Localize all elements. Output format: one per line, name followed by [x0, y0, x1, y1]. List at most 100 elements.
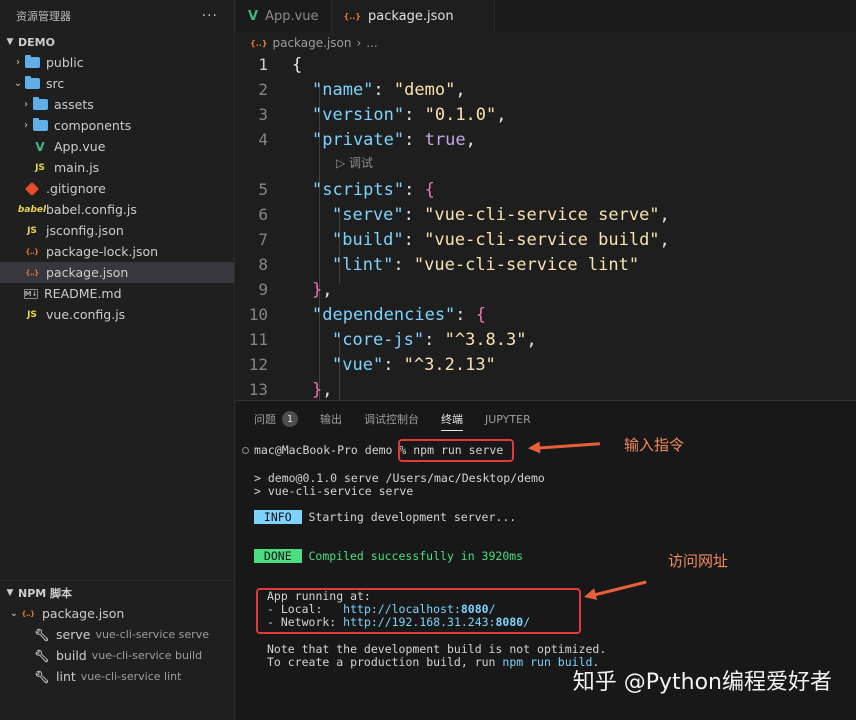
code-line: 6 "serve": "vue-cli-service serve",	[236, 202, 856, 227]
tab-jupyter[interactable]: JUPYTER	[485, 413, 531, 426]
annotation-visit-url: 访问网址	[668, 552, 729, 570]
code-text: "vue": "^3.2.13"	[332, 354, 496, 375]
tree-item-label: jsconfig.json	[46, 223, 124, 238]
tree-item-public[interactable]: › public	[0, 52, 234, 73]
tree-item-label: package.json	[46, 265, 129, 280]
folder-icon	[32, 97, 48, 112]
terminal-output: Note that the development build is not o…	[267, 642, 607, 656]
info-text: Starting development server...	[301, 510, 517, 524]
script-command: vue-cli-service lint	[80, 670, 182, 683]
tree-item-label: public	[46, 55, 84, 70]
more-actions-icon[interactable]: ···	[202, 8, 218, 24]
npm-script-serve[interactable]: 🔧︎ serve vue-cli-service serve	[0, 624, 234, 645]
tab-problems[interactable]: 问题 1	[254, 411, 298, 427]
code-text: "dependencies": {	[312, 304, 487, 325]
code-text: "serve": "vue-cli-service serve",	[332, 204, 670, 225]
vue-file-icon: V	[248, 8, 259, 24]
tree-item-babel-config[interactable]: babel babel.config.js	[0, 199, 234, 220]
folder-icon	[24, 76, 40, 91]
tree-item-jsconfig[interactable]: JS jsconfig.json	[0, 220, 234, 241]
breadcrumb-file[interactable]: package.json	[272, 36, 351, 50]
terminal-done-line: DONE Compiled successfully in 3920ms	[254, 549, 523, 563]
tree-item-assets[interactable]: › assets	[0, 94, 234, 115]
line-number: 8	[258, 255, 268, 274]
script-name: lint	[56, 669, 76, 684]
breadcrumb: {..} package.json › ...	[236, 32, 378, 54]
tab-terminal[interactable]: 终端	[441, 407, 463, 431]
breadcrumb-separator: ›	[356, 36, 362, 50]
code-line: 8 "lint": "vue-cli-service lint"	[236, 252, 856, 277]
npm-script-lint[interactable]: 🔧︎ lint vue-cli-service lint	[0, 666, 234, 687]
project-title: DEMO	[18, 35, 55, 49]
code-text: "name": "demo",	[312, 79, 466, 100]
tree-item-package-json[interactable]: {..} package.json	[0, 262, 234, 283]
git-file-icon	[24, 181, 40, 196]
code-line: 4 "private": true,	[236, 127, 856, 152]
tree-item-label: package-lock.json	[46, 244, 159, 259]
script-command: vue-cli-service build	[91, 649, 203, 662]
tree-item-readme[interactable]: M↓ README.md	[0, 283, 234, 304]
tree-item-label: babel.config.js	[46, 202, 137, 217]
done-tag: DONE	[254, 549, 302, 563]
breadcrumb-more[interactable]: ...	[366, 36, 377, 50]
tree-item-main-js[interactable]: JS main.js	[0, 157, 234, 178]
tree-item-gitignore[interactable]: .gitignore	[0, 178, 234, 199]
code-text: },	[312, 279, 333, 300]
info-tag: INFO	[254, 510, 302, 524]
annotation-input-command: 输入指令	[624, 436, 685, 454]
js-file-icon: JS	[27, 225, 37, 236]
debug-codelens[interactable]: ▷ 调试	[336, 154, 373, 171]
arrow-icon	[587, 580, 647, 598]
code-editor[interactable]: 1 { 2 "name": "demo", 3 "version": "0.1.…	[236, 54, 856, 400]
npm-script-build[interactable]: 🔧︎ build vue-cli-service build	[0, 645, 234, 666]
tree-item-components[interactable]: › components	[0, 115, 234, 136]
editor-tabs: V App.vue {..} package.json	[236, 0, 856, 32]
tree-item-package-lock[interactable]: {..} package-lock.json	[0, 241, 234, 262]
explorer-title: 资源管理器	[16, 10, 71, 23]
code-line: 10 "dependencies": {	[236, 302, 856, 327]
js-file-icon: JS	[35, 162, 45, 173]
tab-app-vue[interactable]: V App.vue	[236, 0, 332, 32]
line-number: 11	[248, 330, 268, 349]
explorer-sidebar: 资源管理器 ··· ▼ DEMO › public ⌄ src › assets…	[0, 0, 235, 720]
code-text: "build": "vue-cli-service build",	[332, 229, 670, 250]
tree-item-label: vue.config.js	[46, 307, 126, 322]
tab-label: 问题	[254, 413, 276, 426]
script-name: build	[56, 648, 87, 663]
line-number: 4	[258, 130, 268, 149]
url-highlight-box	[256, 588, 581, 634]
npm-package-item[interactable]: ⌄ {..} package.json	[0, 603, 234, 624]
chevron-right-icon: ›	[24, 120, 28, 131]
chevron-down-icon: ▼	[6, 37, 14, 47]
prompt-status-icon	[242, 447, 249, 454]
vue-file-icon: V	[35, 139, 45, 154]
json-file-icon: {..}	[343, 12, 361, 21]
script-name: serve	[56, 627, 91, 642]
terminal-note-line: To create a production build, run npm ru…	[267, 655, 600, 669]
code-line: 3 "version": "0.1.0",	[236, 102, 856, 127]
wrench-icon: 🔧︎	[34, 648, 50, 663]
script-command: vue-cli-service serve	[95, 628, 209, 641]
code-line: 5 "scripts": {	[236, 177, 856, 202]
panel-tabs: 问题 1 输出 调试控制台 终端 JUPYTER	[236, 401, 856, 437]
tree-item-label: App.vue	[54, 139, 106, 154]
project-section-header[interactable]: ▼ DEMO	[0, 32, 234, 52]
line-number: 12	[248, 355, 268, 374]
explorer-header: 资源管理器 ···	[0, 0, 234, 32]
tab-debug-console[interactable]: 调试控制台	[364, 411, 419, 427]
babel-file-icon: babel	[17, 204, 47, 215]
tab-label: package.json	[368, 9, 454, 24]
tree-item-app-vue[interactable]: V App.vue	[0, 136, 234, 157]
tab-package-json[interactable]: {..} package.json	[331, 0, 495, 32]
tree-item-vue-config[interactable]: JS vue.config.js	[0, 304, 234, 325]
tab-output[interactable]: 输出	[320, 411, 342, 427]
tree-item-label: README.md	[44, 286, 122, 301]
chevron-down-icon: ⌄	[9, 608, 19, 619]
code-text: "private": true,	[312, 129, 476, 150]
chevron-right-icon: ›	[24, 99, 28, 110]
code-line: 11 "core-js": "^3.8.3",	[236, 327, 856, 352]
wrench-icon: 🔧︎	[34, 627, 50, 642]
line-number: 2	[258, 80, 268, 99]
tree-item-src[interactable]: ⌄ src	[0, 73, 234, 94]
npm-scripts-header[interactable]: ▼ NPM 脚本	[0, 583, 234, 603]
